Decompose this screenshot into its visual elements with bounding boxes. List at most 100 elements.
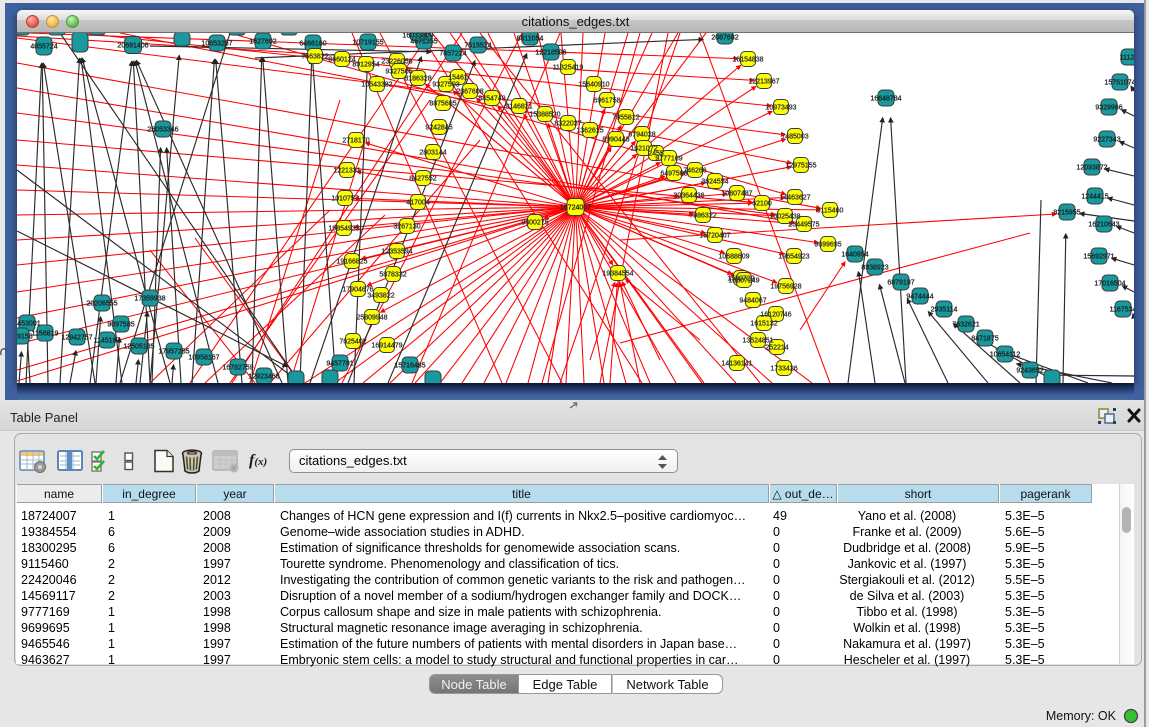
svg-text:9474444: 9474444 xyxy=(906,293,933,300)
svg-text:20206555: 20206555 xyxy=(86,300,117,307)
svg-text:8875685: 8875685 xyxy=(429,100,456,107)
svg-text:8811054: 8811054 xyxy=(517,35,544,42)
svg-text:11123: 11123 xyxy=(1120,54,1134,61)
svg-text:16782759: 16782759 xyxy=(222,364,253,371)
svg-text:25809948: 25809948 xyxy=(356,314,387,321)
svg-text:10025438: 10025438 xyxy=(769,213,800,220)
svg-text:9115460: 9115460 xyxy=(817,207,844,214)
svg-text:9329966: 9329966 xyxy=(1095,104,1122,111)
svg-text:13524851: 13524851 xyxy=(742,337,773,344)
svg-text:7515524: 7515524 xyxy=(464,42,491,49)
svg-text:9300275: 9300275 xyxy=(521,219,548,226)
svg-text:3493822: 3493822 xyxy=(367,292,394,299)
svg-text:1010757: 1010757 xyxy=(331,195,358,202)
svg-text:11325419: 11325419 xyxy=(553,64,584,71)
svg-text:9327505: 9327505 xyxy=(385,68,412,75)
svg-text:9146821: 9146821 xyxy=(505,103,532,110)
svg-text:9097585: 9097585 xyxy=(107,321,134,328)
svg-text:7485003: 7485003 xyxy=(781,133,808,140)
svg-text:1156819: 1156819 xyxy=(32,330,59,337)
svg-text:17957255: 17957255 xyxy=(158,348,189,355)
svg-text:4055724: 4055724 xyxy=(30,43,57,50)
svg-text:5878332: 5878332 xyxy=(379,271,406,278)
svg-text:10973493: 10973493 xyxy=(765,104,796,111)
svg-text:14463627: 14463627 xyxy=(779,194,810,201)
svg-text:12505185: 12505185 xyxy=(123,343,154,350)
svg-text:19384554: 19384554 xyxy=(602,270,633,277)
svg-text:1615132: 1615132 xyxy=(750,320,777,327)
svg-text:8427552: 8427552 xyxy=(409,175,436,182)
svg-text:16033809: 16033809 xyxy=(402,33,433,39)
svg-text:6794028: 6794028 xyxy=(628,131,655,138)
svg-text:15461: 15461 xyxy=(448,74,468,81)
svg-text:2935114: 2935114 xyxy=(931,306,958,313)
svg-text:17016504: 17016504 xyxy=(1094,280,1125,287)
svg-text:15720407: 15720407 xyxy=(699,232,730,239)
svg-text:1221331: 1221331 xyxy=(333,167,360,174)
svg-text:19756928: 19756928 xyxy=(770,283,801,290)
svg-text:939158: 939158 xyxy=(17,333,33,340)
svg-text:7857224: 7857224 xyxy=(439,50,466,57)
svg-text:7632621: 7632621 xyxy=(952,321,979,328)
svg-text:10807487: 10807487 xyxy=(721,190,752,197)
svg-text:23226058: 23226058 xyxy=(381,58,412,65)
svg-text:16154838: 16154838 xyxy=(732,56,763,63)
svg-text:8990448: 8990448 xyxy=(602,136,629,143)
svg-text:9242845: 9242845 xyxy=(425,124,452,131)
svg-text:2087682: 2087682 xyxy=(711,34,738,41)
svg-text:8471875: 8471875 xyxy=(971,335,998,342)
svg-text:1640954: 1640954 xyxy=(841,251,868,258)
svg-text:2803144: 2803144 xyxy=(419,149,446,156)
svg-text:1362615: 1362615 xyxy=(576,127,603,134)
svg-text:9457791: 9457791 xyxy=(326,360,353,367)
svg-text:19854935: 19854935 xyxy=(328,225,359,232)
svg-text:19654923: 19654923 xyxy=(778,253,809,260)
svg-text:9327503: 9327503 xyxy=(432,81,459,88)
svg-text:9484067: 9484067 xyxy=(739,297,766,304)
svg-text:3624554: 3624554 xyxy=(701,178,728,185)
svg-text:12093872: 12093872 xyxy=(1076,164,1107,171)
svg-text:10653267: 10653267 xyxy=(201,40,232,47)
svg-text:8454749: 8454749 xyxy=(478,95,505,102)
svg-text:1167534: 1167534 xyxy=(1110,306,1134,313)
svg-text:20364436: 20364436 xyxy=(673,192,704,199)
svg-text:7625402: 7625402 xyxy=(339,338,366,345)
svg-text:23449575: 23449575 xyxy=(788,221,819,228)
svg-text:18807249: 18807249 xyxy=(728,277,759,284)
svg-text:2867608: 2867608 xyxy=(456,88,483,95)
svg-text:6879197: 6879197 xyxy=(887,279,914,286)
svg-text:12213967: 12213967 xyxy=(748,78,779,85)
svg-text:417004: 417004 xyxy=(406,199,429,206)
svg-text:2718170: 2718170 xyxy=(342,137,369,144)
svg-text:15716485: 15716485 xyxy=(394,362,425,369)
svg-text:1733426: 1733426 xyxy=(770,365,797,372)
svg-text:1244415: 1244415 xyxy=(1081,193,1108,200)
svg-text:62100: 62100 xyxy=(752,200,772,207)
svg-text:12923468: 12923468 xyxy=(248,373,279,380)
svg-text:1453001: 1453001 xyxy=(17,320,41,327)
svg-text:16120746: 16120746 xyxy=(760,311,791,318)
svg-text:746266: 746266 xyxy=(683,167,706,174)
svg-text:20691406: 20691406 xyxy=(117,42,148,49)
svg-text:9227343: 9227343 xyxy=(1093,136,1120,143)
svg-text:12975155: 12975155 xyxy=(785,162,816,169)
svg-text:12353594: 12353594 xyxy=(381,248,412,255)
svg-text:7955812: 7955812 xyxy=(612,114,639,121)
svg-text:9777169: 9777169 xyxy=(655,155,682,162)
svg-text:18724007: 18724007 xyxy=(560,204,591,211)
svg-text:3267130: 3267130 xyxy=(393,223,420,230)
svg-text:26053346: 26053346 xyxy=(147,126,178,133)
svg-text:1145197: 1145197 xyxy=(94,337,121,344)
svg-text:10688609: 10688609 xyxy=(718,253,749,260)
svg-text:8912954: 8912954 xyxy=(352,61,379,68)
svg-text:6466160: 6466160 xyxy=(299,40,326,47)
svg-text:15751074: 15751074 xyxy=(1104,79,1134,86)
svg-text:8186328: 8186328 xyxy=(404,75,431,82)
svg-text:15640910: 15640910 xyxy=(578,81,609,88)
svg-text:15692971: 15692971 xyxy=(1083,253,1114,260)
svg-text:10719155: 10719155 xyxy=(352,39,383,46)
svg-text:16210643: 16210643 xyxy=(1088,221,1119,228)
svg-text:9699695: 9699695 xyxy=(814,241,841,248)
svg-text:12942757: 12942757 xyxy=(61,334,92,341)
svg-text:17359938: 17359938 xyxy=(134,295,165,302)
